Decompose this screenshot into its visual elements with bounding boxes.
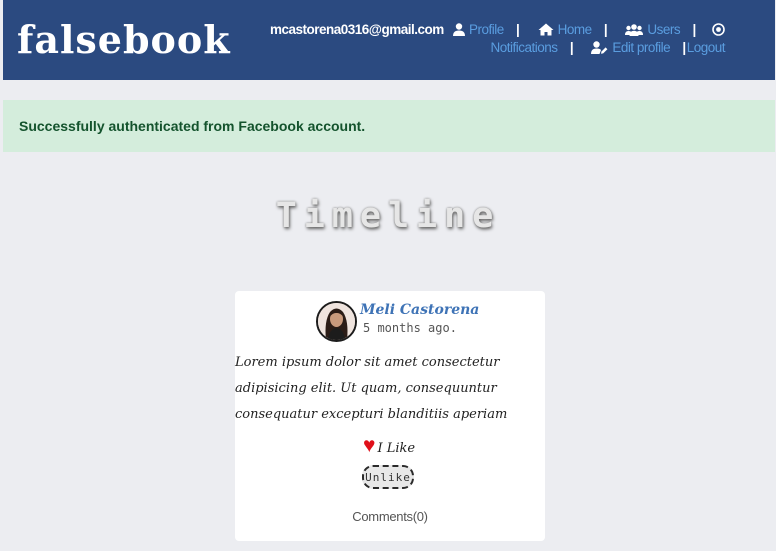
nav-edit-profile-link[interactable]: Edit profile	[585, 40, 671, 55]
comments-link[interactable]: Comments(0)	[235, 509, 545, 524]
post-body: Lorem ipsum dolor sit amet consectetur a…	[235, 355, 508, 422]
user-edit-icon	[591, 41, 608, 54]
nav-separator: |	[682, 40, 686, 55]
comments-label: Comments	[352, 509, 413, 524]
nav-row-secondary: Notifications | Edit profile |Logout	[491, 39, 726, 57]
navbar: falsebook mcastorena0316@gmail.com Profi…	[3, 0, 775, 80]
comments-count: (0)	[412, 509, 428, 524]
heart-icon: ♥	[363, 434, 376, 457]
post-card: Meli Castorena 5 months ago. Lorem ipsum…	[235, 291, 545, 541]
home-icon	[538, 23, 554, 36]
like-status: ♥ I Like	[363, 434, 416, 457]
nav-profile-link[interactable]: Profile	[447, 22, 504, 37]
nav-separator: |	[516, 22, 520, 37]
dot-circle-icon	[712, 23, 725, 36]
avatar-image	[318, 303, 355, 340]
post-author[interactable]: Meli Castorena	[360, 302, 479, 318]
unlike-button[interactable]: Unlike	[362, 465, 414, 489]
page-title: Timeline	[275, 196, 501, 236]
users-icon	[625, 24, 644, 36]
nav-logout-link[interactable]: Logout	[687, 40, 726, 55]
brand-logo[interactable]: falsebook	[17, 18, 231, 62]
nav-separator: |	[692, 22, 696, 37]
nav-notifications-link[interactable]: Notifications	[491, 40, 559, 55]
nav-users-label: Users	[647, 22, 681, 37]
nav-home-label: Home	[557, 22, 593, 37]
like-label: I Like	[377, 441, 416, 456]
nav-separator: |	[603, 22, 608, 37]
user-email: mcastorena0316@gmail.com	[269, 22, 444, 37]
nav-edit-profile-label: Edit profile	[612, 40, 671, 55]
nav-users-link[interactable]: Users	[619, 22, 681, 37]
nav-separator: |	[569, 40, 574, 55]
user-icon	[453, 23, 466, 36]
nav-profile-label: Profile	[469, 22, 504, 37]
avatar[interactable]	[316, 301, 357, 342]
nav-row-primary: mcastorena0316@gmail.com Profile | Home …	[270, 21, 725, 39]
nav-home-link[interactable]: Home	[532, 22, 592, 37]
alert-message: Successfully authenticated from Facebook…	[19, 118, 366, 134]
post-timestamp: 5 months ago.	[363, 321, 457, 335]
success-alert: Successfully authenticated from Facebook…	[3, 100, 775, 152]
